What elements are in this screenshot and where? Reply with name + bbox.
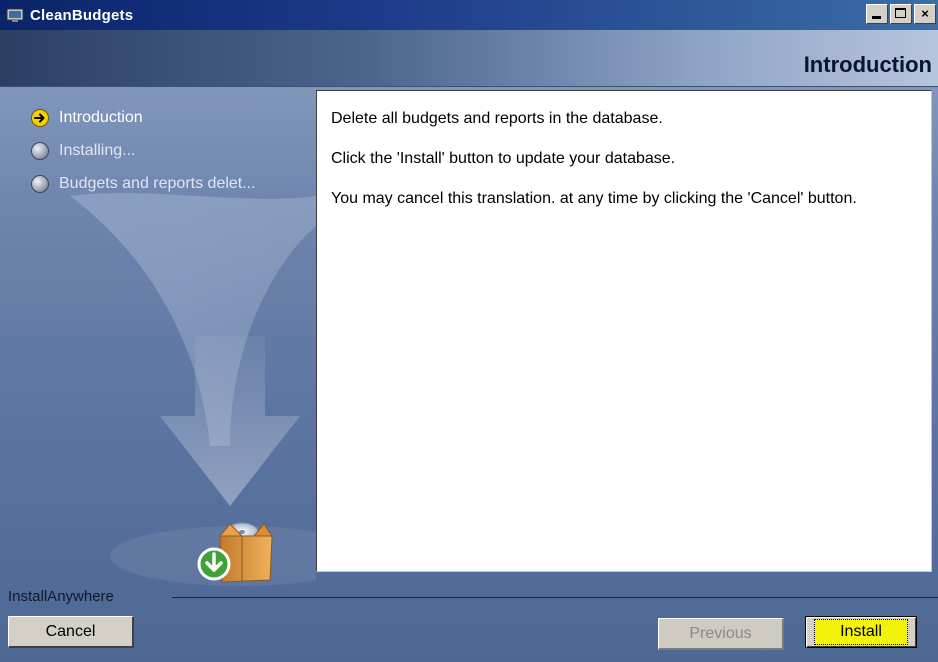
page-title: Introduction [803, 52, 932, 77]
step-label: Installing... [59, 142, 136, 159]
content-paragraph: Click the 'Install' button to update you… [331, 150, 676, 167]
install-button-label: Install [814, 619, 908, 645]
app-icon [6, 8, 24, 22]
previous-button[interactable]: Previous [658, 618, 784, 650]
minimize-icon [872, 16, 881, 19]
arrow-right-circle-icon [31, 109, 49, 127]
step-label: Budgets and reports delet... [59, 175, 256, 192]
window-controls: × [866, 4, 938, 24]
title-bar[interactable]: CleanBudgets × [0, 0, 938, 30]
header-band: Introduction [0, 30, 938, 87]
brand-label: InstallAnywhere [8, 588, 114, 605]
step-installing: Installing... [30, 139, 256, 163]
brand-row: InstallAnywhere [0, 586, 938, 606]
circle-icon [31, 142, 49, 160]
divider [172, 597, 938, 598]
step-introduction: Introduction [30, 106, 256, 130]
step-list: Introduction Installing... Budgets and r… [30, 106, 256, 205]
window-title: CleanBudgets [30, 6, 134, 24]
close-icon: × [921, 6, 929, 21]
content-paragraph: You may cancel this translation. at any … [331, 190, 857, 207]
cancel-button[interactable]: Cancel [8, 616, 134, 648]
step-budgets-reports-deleted: Budgets and reports delet... [30, 172, 256, 196]
close-button[interactable]: × [914, 4, 936, 24]
footer: Cancel Previous Install [0, 606, 938, 662]
maximize-button[interactable] [890, 4, 912, 24]
maximize-icon [895, 8, 906, 18]
content-panel: Delete all budgets and reports in the da… [316, 90, 932, 572]
installer-box-icon [197, 522, 273, 583]
step-label: Introduction [59, 109, 143, 126]
minimize-button[interactable] [866, 4, 888, 24]
install-button[interactable]: Install [805, 616, 917, 648]
installer-window: CleanBudgets × Introduction Introduction… [0, 0, 938, 662]
circle-icon [31, 175, 49, 193]
content-paragraph: Delete all budgets and reports in the da… [331, 110, 663, 127]
